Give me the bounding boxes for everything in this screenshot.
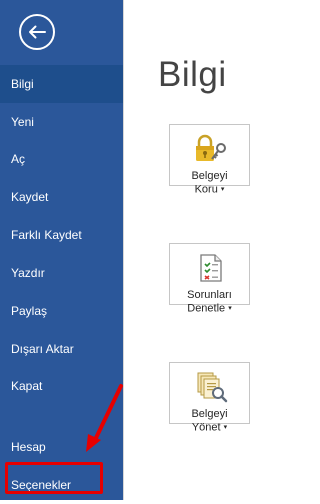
menu-item-info[interactable]: Bilgi [0, 65, 123, 103]
protect-document-line1: Belgeyi [191, 170, 228, 182]
check-for-issues-line1: Sorunları [187, 289, 232, 301]
menu-item-export[interactable]: Dışarı Aktar [0, 330, 123, 368]
manage-document-line1: Belgeyi [191, 408, 228, 420]
manage-document-tile[interactable]: Belgeyi Yönet ▾ [169, 362, 250, 433]
menu-item-new[interactable]: Yeni [0, 103, 123, 141]
lock-key-icon [196, 134, 226, 161]
menu-item-open[interactable]: Aç [0, 140, 123, 178]
backstage-sidebar: Bilgi Yeni Aç Kaydet Farklı Kaydet Yazdı… [0, 0, 123, 500]
menu-item-account[interactable]: Hesap [0, 428, 123, 466]
protect-document-line2: Koru ▾ [194, 183, 225, 196]
manage-document-line2: Yönet ▾ [191, 421, 228, 434]
menu-item-save-as[interactable]: Farklı Kaydet [0, 216, 123, 254]
manage-versions-icon [197, 372, 228, 403]
protect-document-tile[interactable]: Belgeyi Koru ▾ [169, 124, 250, 195]
sidebar-divider [123, 0, 124, 500]
check-for-issues-tile[interactable]: Sorunları Denetle ▾ [169, 243, 250, 314]
chevron-down-icon: ▾ [228, 305, 232, 312]
chevron-down-icon: ▾ [220, 186, 225, 193]
menu-item-share[interactable]: Paylaş [0, 292, 123, 330]
page-title: Bilgi [158, 55, 227, 94]
options-highlight-box [5, 462, 103, 494]
inspect-document-icon [200, 254, 222, 282]
back-button[interactable] [19, 14, 55, 50]
chevron-down-icon: ▾ [223, 424, 228, 431]
menu-item-close[interactable]: Kapat [0, 367, 123, 405]
menu-item-print[interactable]: Yazdır [0, 254, 123, 292]
menu-item-save[interactable]: Kaydet [0, 178, 123, 216]
arrow-left-icon [29, 25, 46, 39]
check-for-issues-line2: Denetle ▾ [187, 302, 232, 315]
